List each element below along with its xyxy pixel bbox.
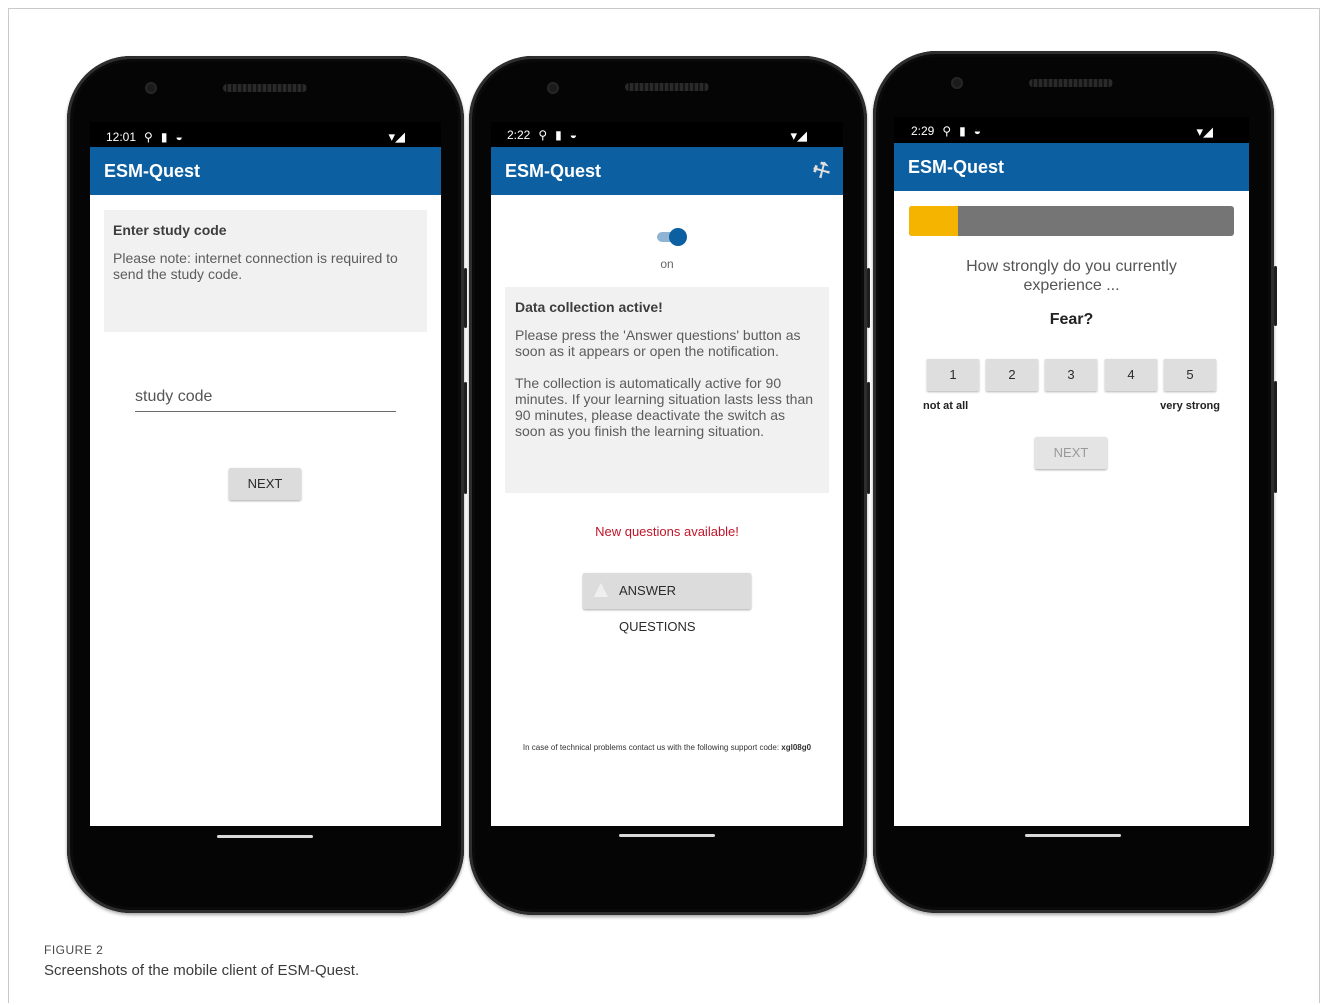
progress-fill [909,206,958,236]
info-paragraph-2: The collection is automatically active f… [515,375,814,439]
status-bar: 12:01 ⚲ ▮ ◒ [106,130,183,144]
power-button [464,268,467,328]
front-camera [145,82,157,94]
next-button[interactable]: NEXT [229,468,301,500]
info-body: Please note: internet connection is requ… [113,250,398,282]
home-indicator [619,834,715,837]
earpiece-speaker [625,83,709,91]
scale-option-4[interactable]: 4 [1105,359,1157,391]
phone-2: 2:22 ⚲ ▮ ◒ ▾◢ ESM-Quest ⚒ on Data collec… [469,56,870,915]
status-time: 12:01 [106,130,137,144]
signal-icon: ▾◢ [1196,124,1213,139]
earpiece-speaker [1029,79,1113,87]
support-code: xgl08g0 [781,743,812,752]
scale-min-label: not at all [923,400,969,412]
collection-toggle[interactable] [655,228,687,246]
front-camera [547,82,559,94]
emotion-label: Fear? [1049,311,1094,328]
usb-icon: ⚲ [538,128,548,142]
phone-1-screen: 12:01 ⚲ ▮ ◒ ▾◢ ESM-Quest Enter study cod… [90,122,441,826]
scale-max-label: very strong [1160,400,1220,412]
sync-icon: ◒ [973,124,982,138]
home-indicator [217,835,313,838]
phone-3-screen: 2:29 ⚲ ▮ ◒ ▾◢ ESM-Quest How strongly do … [894,117,1249,826]
study-code-placeholder: study code [135,388,213,405]
volume-button [1274,381,1277,493]
info-box: Enter study code Please note: internet c… [104,210,427,332]
app-bar: ESM-Quest [90,147,441,195]
scale-option-5[interactable]: 5 [1164,359,1216,391]
app-bar: ESM-Quest [894,143,1249,191]
progress-bar [909,206,1234,236]
content-area: How strongly do you currently experience… [894,191,1249,826]
phone-3: 2:29 ⚲ ▮ ◒ ▾◢ ESM-Quest How strongly do … [873,51,1277,913]
toggle-label: on [660,257,674,271]
support-text: In case of technical problems contact us… [491,743,843,752]
status-time: 2:22 [507,128,531,142]
figure-caption: Screenshots of the mobile client of ESM-… [44,962,360,979]
scale-option-3[interactable]: 3 [1045,359,1097,391]
sync-icon: ◒ [569,128,578,142]
scale-option-1[interactable]: 1 [927,359,979,391]
signal-icon: ▾◢ [790,128,807,143]
usb-icon: ⚲ [942,124,952,138]
sync-icon: ◒ [175,130,183,144]
power-button [1274,266,1277,326]
home-indicator [1025,834,1121,837]
sd-card-icon: ▮ [959,124,966,138]
volume-button [464,382,467,494]
status-bar: 2:29 ⚲ ▮ ◒ [911,124,981,138]
app-bar: ESM-Quest ⚒ [491,147,843,195]
answer-questions-button[interactable]: ▲ ANSWER QUESTIONS [583,573,751,634]
warning-icon: ▲ [589,576,613,603]
app-title: ESM-Quest [908,157,1005,177]
content-area: Enter study code Please note: internet c… [90,195,441,826]
toggle-thumb [669,228,687,246]
power-button [867,268,870,328]
new-questions-alert: New questions available! [595,524,739,539]
status-time: 2:29 [911,124,935,138]
info-box: Data collection active! Please press the… [505,287,829,493]
earpiece-speaker [223,84,307,92]
support-message: In case of technical problems contact us… [522,743,780,752]
info-paragraph-1: Please press the 'Answer questions' butt… [515,327,801,359]
volume-button [867,382,870,494]
next-button[interactable]: NEXT [1035,437,1107,469]
content-area: on Data collection active! Please press … [491,195,843,826]
front-camera [951,77,963,89]
phone-2-screen: 2:22 ⚲ ▮ ◒ ▾◢ ESM-Quest ⚒ on Data collec… [491,122,843,826]
phone-1: 12:01 ⚲ ▮ ◒ ▾◢ ESM-Quest Enter study cod… [67,56,467,913]
app-title: ESM-Quest [505,161,602,181]
usb-icon: ⚲ [144,130,153,144]
info-heading: Data collection active! [515,299,663,315]
info-heading: Enter study code [113,222,227,238]
answer-questions-label: ANSWER QUESTIONS [619,583,696,634]
study-code-input[interactable]: study code [135,385,396,412]
app-title: ESM-Quest [104,161,201,181]
sd-card-icon: ▮ [555,128,562,142]
sd-card-icon: ▮ [160,130,168,144]
question-text: How strongly do you currently experience… [966,258,1177,294]
wrench-icon[interactable]: ⚒ [802,146,842,197]
status-bar: 2:22 ⚲ ▮ ◒ [507,128,577,142]
scale-option-2[interactable]: 2 [986,359,1038,391]
figure-label: FIGURE 2 [44,943,104,957]
signal-icon: ▾◢ [388,129,405,144]
